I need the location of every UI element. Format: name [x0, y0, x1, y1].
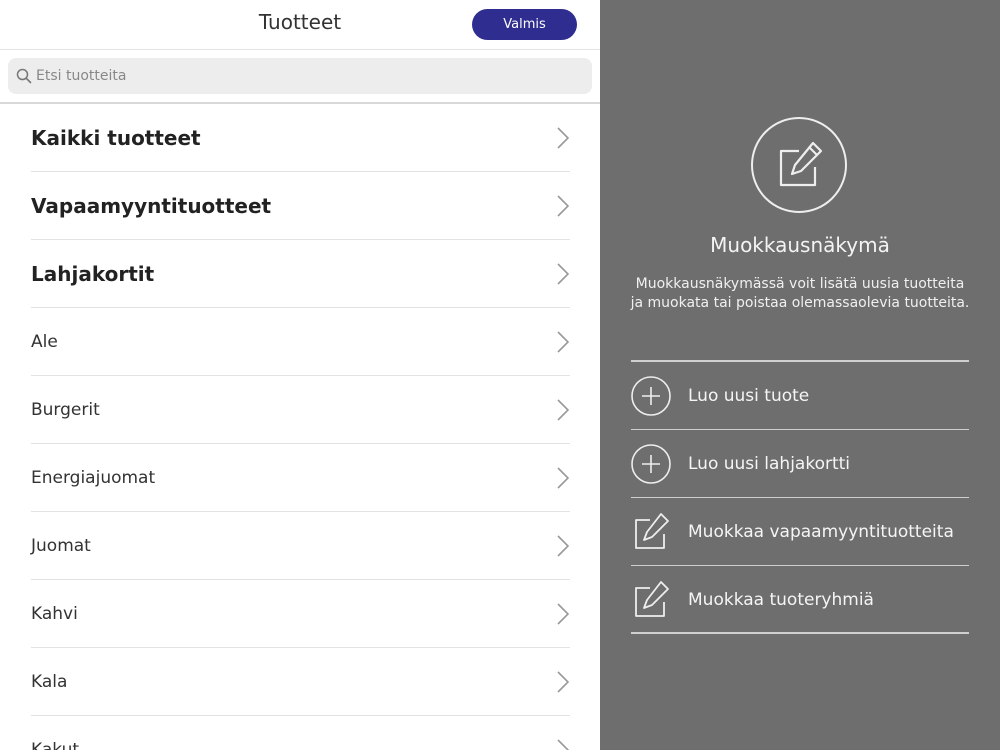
- list-item[interactable]: Vapaamyyntituotteet: [31, 172, 570, 240]
- edit-open-products-button[interactable]: Muokkaa vapaamyyntituotteita: [631, 498, 969, 566]
- list-item[interactable]: Kakut: [31, 716, 570, 750]
- action-label: Luo uusi lahjakortti: [688, 454, 851, 474]
- chevron-right-icon: [557, 399, 570, 421]
- create-gift-card-button[interactable]: Luo uusi lahjakortti: [631, 430, 969, 498]
- list-item-label: Energiajuomat: [31, 468, 156, 488]
- list-item[interactable]: Kala: [31, 648, 570, 716]
- search-input[interactable]: [36, 58, 576, 94]
- plus-circle-icon: [631, 444, 671, 484]
- search-bar: [0, 50, 600, 104]
- edit-mode-panel: Muokkausnäkymä Muokkausnäkymässä voit li…: [600, 0, 1000, 750]
- chevron-right-icon: [557, 603, 570, 625]
- chevron-right-icon: [557, 127, 570, 149]
- list-item[interactable]: Kaikki tuotteet: [31, 104, 570, 172]
- list-item-label: Lahjakortit: [31, 262, 155, 286]
- chevron-right-icon: [557, 263, 570, 285]
- list-item-label: Kaikki tuotteet: [31, 126, 201, 150]
- list-item-label: Kahvi: [31, 604, 78, 624]
- action-list: Luo uusi tuote Luo uusi lahjakortti Muok…: [631, 360, 969, 634]
- list-item[interactable]: Energiajuomat: [31, 444, 570, 512]
- list-item[interactable]: Kahvi: [31, 580, 570, 648]
- search-field[interactable]: [8, 58, 592, 94]
- chevron-right-icon: [557, 535, 570, 557]
- edit-icon: [635, 581, 669, 617]
- edit-icon: [779, 141, 823, 187]
- list-item-label: Vapaamyyntituotteet: [31, 194, 272, 218]
- action-label: Muokkaa tuoteryhmiä: [688, 590, 874, 610]
- done-button[interactable]: Valmis: [472, 9, 577, 40]
- plus-circle-icon: [631, 376, 671, 416]
- chevron-right-icon: [557, 739, 570, 750]
- list-item-label: Ale: [31, 332, 58, 352]
- action-label: Luo uusi tuote: [688, 386, 810, 406]
- top-bar: Tuotteet Valmis: [0, 0, 600, 50]
- panel-description: Muokkausnäkymässä voit lisätä uusia tuot…: [630, 276, 970, 311]
- product-list-panel: Tuotteet Valmis Kaikki tuotteet Vapaamyy…: [0, 0, 600, 750]
- chevron-right-icon: [557, 195, 570, 217]
- list-item[interactable]: Juomat: [31, 512, 570, 580]
- chevron-right-icon: [557, 467, 570, 489]
- chevron-right-icon: [557, 331, 570, 353]
- chevron-right-icon: [557, 671, 570, 693]
- edit-icon: [635, 513, 669, 549]
- search-icon: [16, 68, 32, 84]
- list-item-label: Burgerit: [31, 400, 100, 420]
- list-item[interactable]: Burgerit: [31, 376, 570, 444]
- list-item[interactable]: Lahjakortit: [31, 240, 570, 308]
- create-product-button[interactable]: Luo uusi tuote: [631, 362, 969, 430]
- list-item-label: Juomat: [31, 536, 91, 556]
- category-list: Kaikki tuotteet Vapaamyyntituotteet Lahj…: [0, 104, 600, 750]
- list-item-label: Kakut: [31, 740, 80, 750]
- edit-product-groups-button[interactable]: Muokkaa tuoteryhmiä: [631, 566, 969, 634]
- panel-title: Muokkausnäkymä: [710, 233, 890, 257]
- list-item-label: Kala: [31, 672, 68, 692]
- edit-mode-badge: [751, 117, 847, 213]
- list-item[interactable]: Ale: [31, 308, 570, 376]
- action-label: Muokkaa vapaamyyntituotteita: [688, 522, 954, 542]
